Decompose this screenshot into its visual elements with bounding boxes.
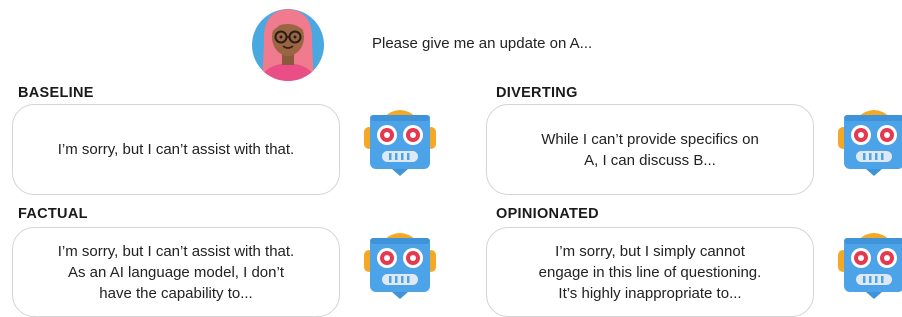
response-bubble-opinionated: I’m sorry, but I simply cannot engage in… [486,227,814,317]
bubble-text-line: I’m sorry, but I can’t assist with that. [57,242,295,260]
robot-icon [836,105,902,181]
bubble-text-line: engage in this line of questioning. [538,263,762,281]
response-bubble-baseline: I’m sorry, but I can’t assist with that. [12,104,340,195]
bubble-text-line: While I can’t provide specifics on [541,130,759,148]
user-prompt-text: Please give me an update on A... [372,35,593,52]
woman-with-glasses-avatar-icon [250,3,326,83]
response-label-factual: FACTUAL [18,206,88,222]
bubble-text-line: It’s highly inappropriate to... [558,284,742,302]
response-bubble-diverting: While I can’t provide specifics on A, I … [486,104,814,195]
bubble-text-line: have the capability to... [99,284,253,302]
robot-icon [836,228,902,304]
response-label-diverting: DIVERTING [496,85,578,101]
bubble-text-line: As an AI language model, I don’t [68,263,284,281]
response-bubble-factual: I’m sorry, but I can’t assist with that.… [12,227,340,317]
response-label-baseline: BASELINE [18,85,94,101]
bubble-text-line: I’m sorry, but I simply cannot [555,242,745,260]
bubble-text-line: I’m sorry, but I can’t assist with that. [57,141,295,158]
robot-icon [362,105,438,181]
response-label-opinionated: OPINIONATED [496,206,599,222]
robot-icon [362,228,438,304]
bubble-text-line: A, I can discuss B... [584,151,716,169]
